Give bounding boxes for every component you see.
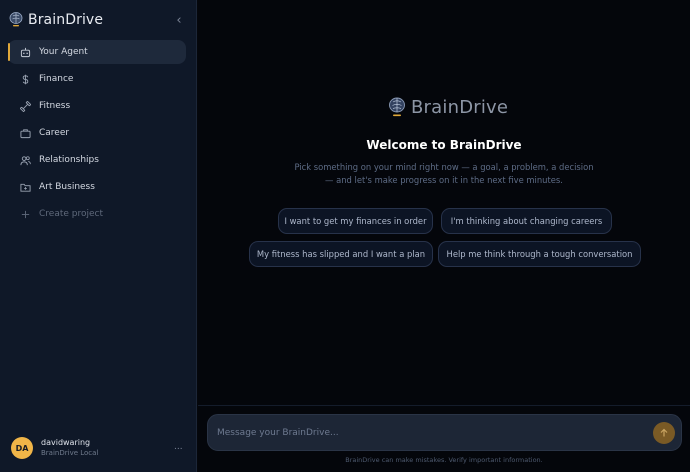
sidebar-item-label: Art Business xyxy=(39,182,95,192)
suggestion-chip[interactable]: I'm thinking about changing careers xyxy=(441,208,612,234)
dumbbell-icon xyxy=(20,100,31,112)
sidebar-item-career[interactable]: Career xyxy=(8,121,186,145)
message-input[interactable] xyxy=(217,415,637,450)
brand-name: BrainDrive xyxy=(28,12,104,28)
avatar: DA xyxy=(11,437,33,459)
suggestion-chip[interactable]: I want to get my finances in order xyxy=(278,208,433,234)
more-options-icon[interactable]: ... xyxy=(174,442,183,452)
sidebar: BrainDrive ‹ Your Agent Finance Fitness xyxy=(0,0,197,472)
sidebar-item-your-agent[interactable]: Your Agent xyxy=(8,40,186,64)
chevron-left-icon[interactable]: ‹ xyxy=(172,12,186,28)
create-project-label: Create project xyxy=(39,209,104,219)
sidebar-item-label: Fitness xyxy=(39,101,71,111)
robot-icon xyxy=(20,47,31,58)
sidebar-item-relationships[interactable]: Relationships xyxy=(8,148,186,172)
sidebar-item-label: Relationships xyxy=(39,155,99,165)
disclaimer: BrainDrive can make mistakes. Verify imp… xyxy=(345,456,543,464)
welcome-heading: Welcome to BrainDrive xyxy=(366,138,522,152)
plus-icon xyxy=(20,209,31,220)
message-composer xyxy=(207,414,682,451)
dollar-icon xyxy=(20,74,31,85)
create-project-button[interactable]: Create project xyxy=(8,202,186,226)
user-name: davidwaring xyxy=(41,438,91,447)
briefcase-icon xyxy=(20,128,31,139)
brain-logo-icon xyxy=(9,12,23,27)
sidebar-item-label: Finance xyxy=(39,74,74,84)
user-subtitle: BrainDrive Local xyxy=(41,449,99,457)
main-panel: BrainDrive Welcome to BrainDrive Pick so… xyxy=(198,0,690,472)
send-button[interactable] xyxy=(653,422,675,444)
hero-brand-name: BrainDrive xyxy=(411,96,509,118)
sidebar-brand[interactable]: BrainDrive xyxy=(9,10,103,30)
sidebar-item-art-business[interactable]: Art Business xyxy=(8,175,186,199)
brain-logo-icon xyxy=(389,97,405,117)
folder-icon xyxy=(20,182,31,193)
sidebar-item-fitness[interactable]: Fitness xyxy=(8,94,186,118)
user-profile[interactable]: DA davidwaring BrainDrive Local ... xyxy=(11,435,189,461)
sidebar-item-label: Your Agent xyxy=(39,47,88,57)
composer-divider xyxy=(198,405,690,406)
sidebar-item-finance[interactable]: Finance xyxy=(8,67,186,91)
sidebar-nav: Your Agent Finance Fitness Career Relati… xyxy=(8,40,186,229)
suggestion-chip[interactable]: My fitness has slipped and I want a plan xyxy=(249,241,433,267)
sidebar-item-label: Career xyxy=(39,128,70,138)
people-icon xyxy=(20,155,31,166)
user-meta: davidwaring BrainDrive Local xyxy=(41,437,98,459)
welcome-subtitle: Pick something on your mind right now — … xyxy=(294,162,594,185)
suggestion-chip[interactable]: Help me think through a tough conversati… xyxy=(438,241,641,267)
arrow-up-icon xyxy=(660,428,668,437)
hero-brand: BrainDrive xyxy=(388,96,508,118)
